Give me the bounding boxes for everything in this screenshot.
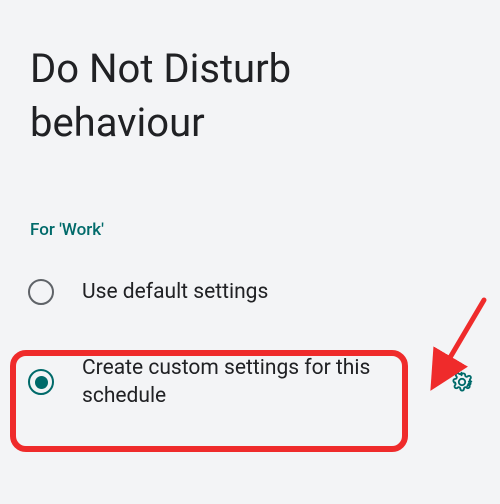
gear-icon xyxy=(451,371,473,393)
option-label: Create custom settings for this schedule xyxy=(82,354,444,411)
option-create-custom[interactable]: Create custom settings for this schedule xyxy=(0,348,500,417)
option-use-default[interactable]: Use default settings xyxy=(0,264,500,320)
option-label: Use default settings xyxy=(82,278,444,306)
page-title: Do Not Disturb behaviour xyxy=(0,0,500,160)
spacer xyxy=(0,320,500,348)
section-label: For 'Work' xyxy=(0,160,500,264)
radio-unchecked-icon xyxy=(28,279,54,305)
settings-gear-button[interactable] xyxy=(444,371,480,393)
radio-checked-icon xyxy=(28,369,54,395)
